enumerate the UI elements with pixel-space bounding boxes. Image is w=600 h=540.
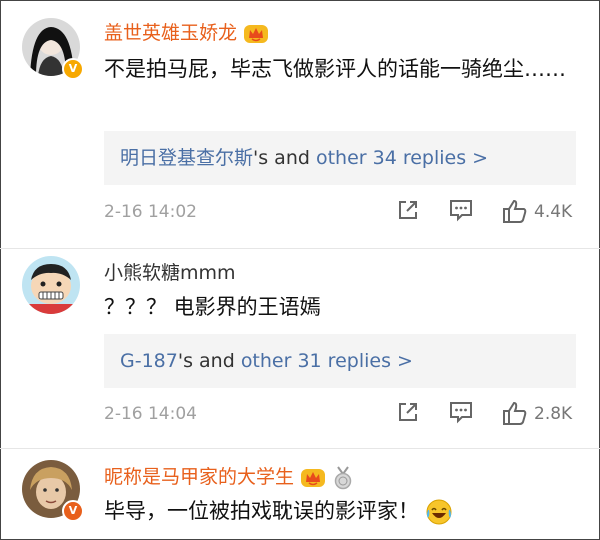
username[interactable]: 小熊软糖mmm [104,258,236,285]
replies-preview[interactable]: G-187's and other 31 replies > [104,334,576,388]
divider [0,248,600,249]
reply-connector: 's and [177,350,241,372]
comment-text: 毕导，一位被拍戏耽误的影评家！ [104,494,574,528]
replies-preview[interactable]: 明日登基查尔斯's and other 34 replies > [104,131,576,185]
avatar[interactable] [22,256,80,314]
laugh-cry-emoji [426,499,452,525]
more-replies-link[interactable]: other 34 replies > [316,147,488,169]
timestamp: 2-16 14:02 [104,202,197,222]
username[interactable]: 昵称是马甲家的大学生 [104,462,354,490]
reply-user-link[interactable]: 明日登基查尔斯 [120,147,253,169]
timestamp: 2-16 14:04 [104,404,197,424]
comment-text: 不是拍马屁，毕志飞做影评人的话能一骑绝尘…… [104,57,566,81]
comment-text-content: 毕导，一位被拍戏耽误的影评家！ [104,499,419,523]
share-icon[interactable] [396,400,420,424]
like-icon[interactable] [502,198,528,224]
more-replies-link[interactable]: other 31 replies > [241,350,413,372]
username-text[interactable]: 盖世英雄玉娇龙 [104,22,237,44]
medal-icon [334,465,352,489]
like-count: 2.8K [534,404,573,424]
reply-user-link[interactable]: G-187 [120,350,178,372]
like-count: 4.4K [534,202,573,222]
crown-vip-icon [301,468,326,487]
verified-badge-icon: V [62,500,84,522]
divider [0,448,600,449]
username[interactable]: 盖世英雄玉娇龙 [104,18,269,45]
verified-badge-icon: V [62,58,84,80]
comment-icon[interactable] [448,400,474,424]
comment-meta: 2-16 14:02 4.4K [104,198,578,228]
comment-meta: 2-16 14:04 2.8K [104,400,578,430]
comment-text: ？？？ 电影界的王语嫣 [104,295,321,319]
reply-connector: 's and [253,147,316,169]
comment-icon[interactable] [448,198,474,222]
crown-vip-icon [244,24,269,43]
share-icon[interactable] [396,198,420,222]
like-icon[interactable] [502,400,528,426]
username-text[interactable]: 昵称是马甲家的大学生 [104,466,294,488]
